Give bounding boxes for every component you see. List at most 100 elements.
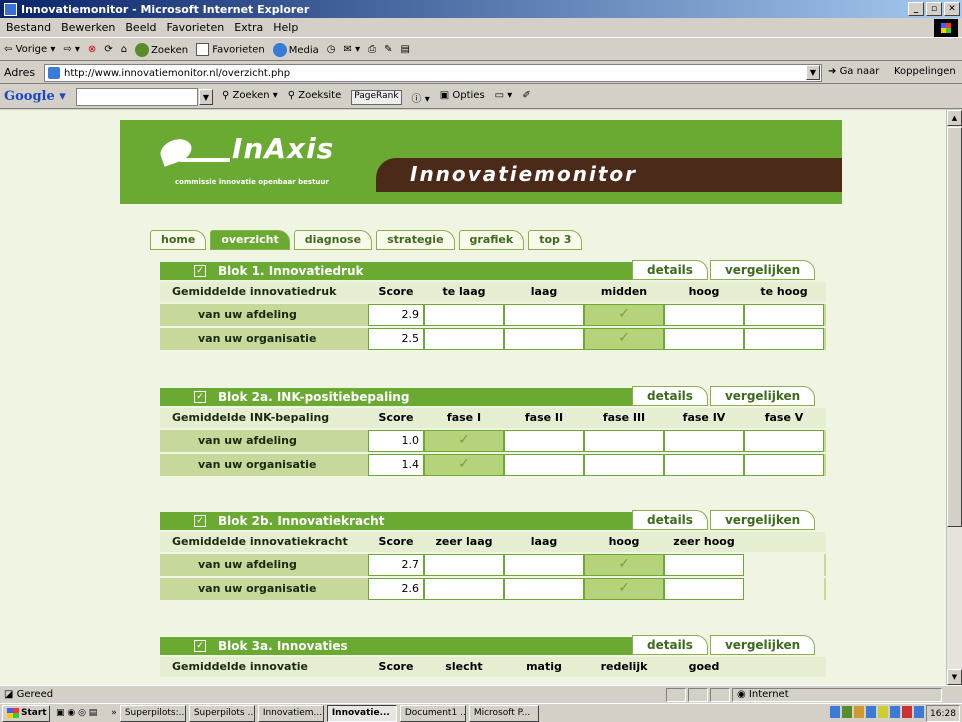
scroll-thumb[interactable]: [947, 127, 962, 527]
details-tab[interactable]: details: [632, 260, 708, 280]
block-title-bar: ✓ Blok 3a. Innovaties: [160, 637, 632, 655]
block-title: Blok 3a. Innovaties: [218, 639, 348, 653]
search-button[interactable]: Zoeken: [135, 42, 188, 57]
logo-stem: [180, 158, 230, 162]
address-input[interactable]: http://www.innovatiemonitor.nl/overzicht…: [44, 64, 822, 82]
category-header: fase IV: [682, 411, 726, 424]
nav-diagnose[interactable]: diagnose: [293, 230, 373, 250]
rating-cell: [504, 578, 584, 600]
row-label: van uw afdeling: [198, 558, 297, 571]
checkbox-icon[interactable]: ✓: [194, 391, 206, 403]
links-button[interactable]: Koppelingen: [894, 66, 956, 77]
menu-favorites[interactable]: Favorieten: [167, 21, 225, 34]
nav-top3[interactable]: top 3: [528, 230, 583, 250]
mail-icon[interactable]: ✉ ▾: [344, 44, 361, 55]
address-dropdown[interactable]: ▼: [806, 65, 820, 80]
compare-tab[interactable]: vergelijken: [709, 260, 816, 280]
rating-cell: [664, 328, 744, 350]
table-row: van uw afdeling 1.0 ✓: [160, 430, 826, 452]
stop-icon[interactable]: ⊗: [88, 44, 96, 55]
menu-edit[interactable]: Bewerken: [61, 21, 115, 34]
result-block: ✓ Blok 3a. Innovaties details vergelijken …: [160, 635, 826, 679]
edit-icon[interactable]: ✎: [384, 44, 392, 55]
windows-logo-icon: [7, 708, 19, 718]
folder-icon[interactable]: ▭ ▾: [495, 90, 513, 105]
nav-home[interactable]: home: [150, 230, 207, 250]
checkbox-icon[interactable]: ✓: [194, 265, 206, 277]
history-icon[interactable]: ◷: [327, 44, 336, 55]
nav-overzicht[interactable]: overzicht: [210, 230, 290, 250]
scroll-down-arrow-icon[interactable]: ▼: [947, 669, 962, 685]
vertical-scrollbar[interactable]: ▲ ▼: [946, 110, 962, 685]
minimize-button[interactable]: _: [908, 2, 924, 16]
check-icon: ✓: [584, 554, 664, 576]
table-header: Gemiddelde innovatie Score slecht matig rede…: [160, 657, 826, 677]
metric-label: Gemiddelde innovatie: [172, 660, 308, 673]
check-icon: ✓: [424, 454, 504, 476]
standard-toolbar: ⇦ Vorige ▾ ⇨ ▾ ⊗ ⟳ ⌂ Zoeken Favorieten M…: [0, 39, 962, 61]
favorites-button[interactable]: Favorieten: [196, 43, 265, 56]
page-content: InAxis commissie innovatie openbaar best…: [0, 110, 946, 685]
highlighter-icon[interactable]: ✐: [522, 90, 530, 105]
google-search-button[interactable]: ⚲ Zoeken ▾: [222, 90, 278, 105]
start-button[interactable]: Start: [2, 704, 50, 722]
close-button[interactable]: ✕: [944, 2, 960, 16]
taskbar-item-active[interactable]: Innovatie...: [326, 704, 397, 722]
rating-cell: [664, 304, 744, 326]
home-icon[interactable]: ⌂: [121, 44, 127, 55]
nav-strategie[interactable]: strategie: [376, 230, 455, 250]
menu-help[interactable]: Help: [273, 21, 298, 34]
result-block: ✓ Blok 2a. INK-positiebepaling details ver…: [160, 386, 826, 478]
google-site-button[interactable]: ⚲ Zoeksite: [288, 90, 342, 105]
menu-bar: Bestand Bewerken Beeld Favorieten Extra …: [0, 18, 962, 38]
menu-file[interactable]: Bestand: [6, 21, 51, 34]
system-tray[interactable]: [830, 706, 924, 718]
go-button[interactable]: ➜ Ga naar: [828, 66, 879, 77]
compare-tab[interactable]: vergelijken: [709, 386, 816, 406]
discuss-icon[interactable]: ▤: [401, 44, 410, 55]
menu-tools[interactable]: Extra: [234, 21, 263, 34]
favorites-icon: [196, 43, 210, 56]
google-search-input[interactable]: [76, 88, 198, 106]
google-logo[interactable]: Google ▾: [4, 89, 66, 104]
google-search-dropdown[interactable]: ▼: [199, 89, 213, 105]
nav-grafiek[interactable]: grafiek: [458, 230, 525, 250]
taskbar-item[interactable]: Document1 ...: [399, 704, 466, 722]
category-header: zeer hoog: [673, 535, 735, 548]
taskbar-item[interactable]: Innovatiem...: [257, 704, 324, 722]
media-button[interactable]: Media: [272, 42, 319, 57]
taskbar-item[interactable]: Superpilots:...: [119, 704, 186, 722]
brand-logo: InAxis: [232, 132, 335, 165]
scroll-up-arrow-icon[interactable]: ▲: [947, 110, 962, 126]
table-row: van uw afdeling 2.7 ✓: [160, 554, 826, 576]
metric-label: Gemiddelde innovatiekracht: [172, 535, 348, 548]
category-header: te hoog: [760, 285, 808, 298]
google-options-button[interactable]: ▣ Opties: [440, 90, 485, 105]
address-label: Adres: [4, 66, 36, 79]
page-icon: [48, 67, 60, 79]
checkbox-icon[interactable]: ✓: [194, 640, 206, 652]
forward-button[interactable]: ⇨ ▾: [63, 44, 80, 55]
status-text: ◪ Gereed: [4, 689, 54, 700]
back-button[interactable]: ⇦ Vorige ▾: [4, 44, 55, 55]
taskbar-item[interactable]: Superpilots ...: [188, 704, 255, 722]
rating-cell: [504, 454, 584, 476]
quicklaunch-icons[interactable]: ▣ ◉ ◎ ▤: [56, 708, 97, 718]
details-tab[interactable]: details: [632, 635, 708, 655]
score-value: 2.5: [368, 328, 424, 350]
category-header: midden: [600, 285, 648, 298]
refresh-icon[interactable]: ⟳: [104, 44, 112, 55]
checkbox-icon[interactable]: ✓: [194, 515, 206, 527]
compare-tab[interactable]: vergelijken: [709, 510, 816, 530]
print-icon[interactable]: ⎙: [368, 44, 376, 55]
taskbar-item[interactable]: Microsoft P...: [468, 704, 539, 722]
block-title: Blok 2b. Innovatiekracht: [218, 514, 385, 528]
details-tab[interactable]: details: [632, 386, 708, 406]
category-header: matig: [526, 660, 562, 673]
info-icon[interactable]: ⓘ ▾: [412, 90, 430, 105]
menu-view[interactable]: Beeld: [125, 21, 156, 34]
compare-tab[interactable]: vergelijken: [709, 635, 816, 655]
table-row: van uw organisatie 2.6 ✓: [160, 578, 826, 600]
maximize-button[interactable]: ▫: [926, 2, 942, 16]
details-tab[interactable]: details: [632, 510, 708, 530]
